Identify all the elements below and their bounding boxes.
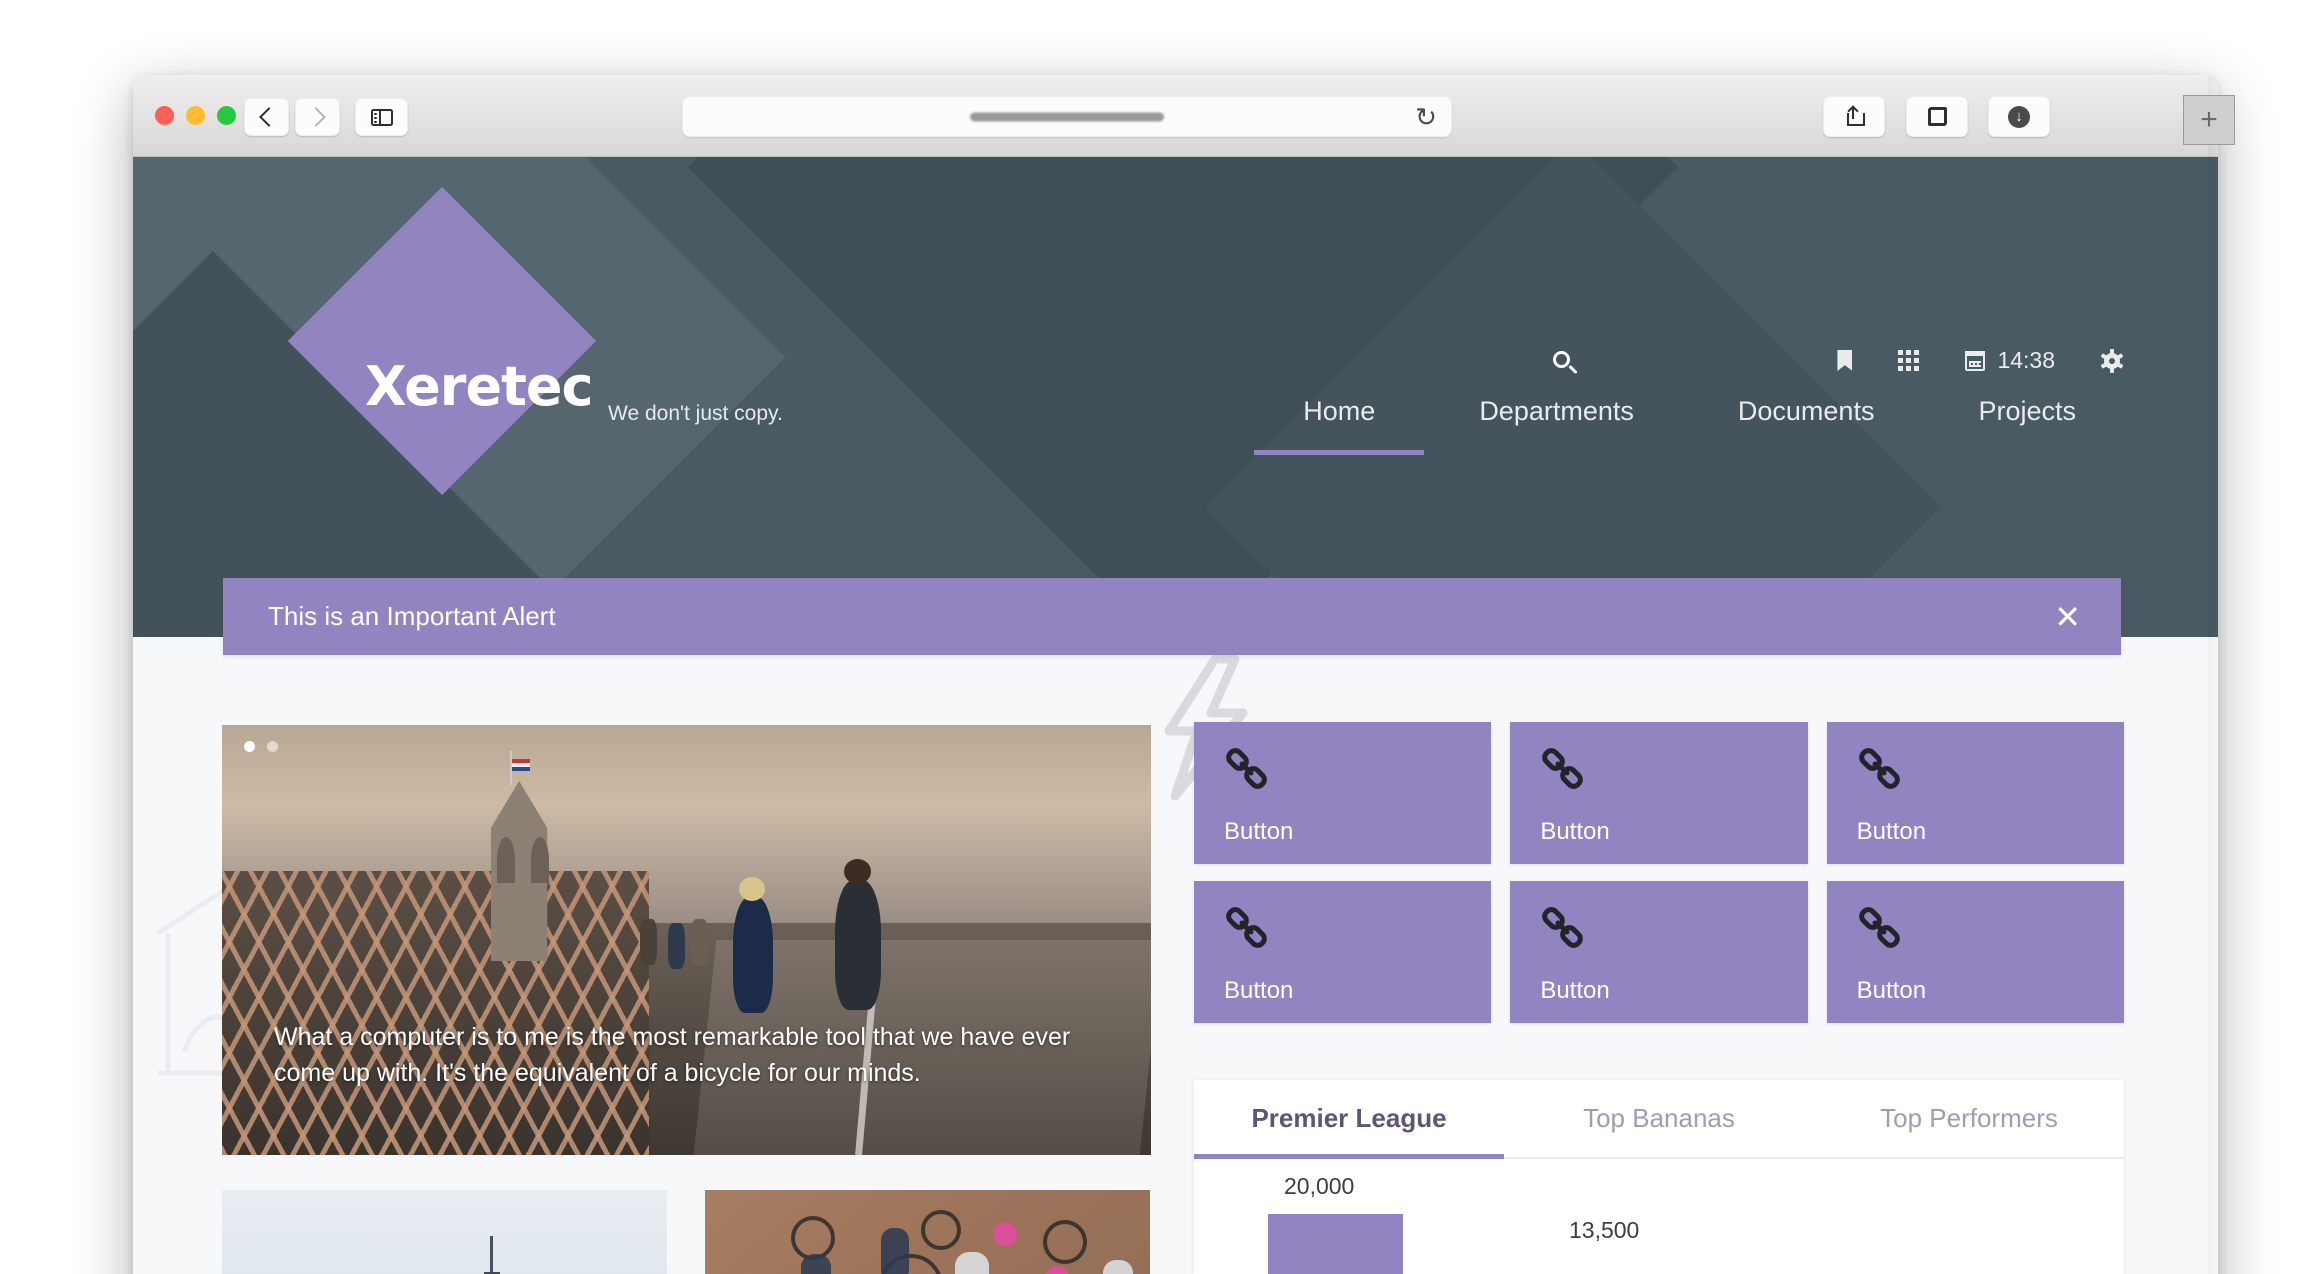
header-utility-bar: 14:38: [1837, 347, 2124, 374]
cyclists-illustration: [791, 1210, 1133, 1274]
tab-label: Premier League: [1251, 1103, 1447, 1133]
downloads-icon: ↓: [2008, 105, 2030, 128]
chevron-right-icon: [305, 107, 326, 127]
thumbnail-city-skyline[interactable]: [222, 1190, 667, 1274]
site-logo[interactable]: Xeretec: [365, 355, 594, 418]
minimize-window-button[interactable]: [186, 106, 205, 125]
hero-carousel[interactable]: What a computer is to me is the most rem…: [222, 725, 1151, 1155]
settings-button[interactable]: [2100, 348, 2124, 373]
link-icon: [1858, 748, 1900, 789]
link-icon: [1858, 907, 1900, 948]
search-icon-handle: [1568, 364, 1578, 375]
back-button[interactable]: [244, 98, 289, 136]
carousel-dot[interactable]: [267, 741, 278, 752]
search-icon: [1553, 351, 1570, 368]
nav-item-projects[interactable]: Projects: [1926, 396, 2128, 455]
chevron-left-icon: [258, 107, 279, 127]
clock-label: 14:38: [1997, 347, 2055, 373]
site-navigation: Home Departments Documents Projects: [1251, 396, 2128, 455]
maximize-window-button[interactable]: [217, 106, 236, 125]
tab-premier-league[interactable]: Premier League: [1194, 1080, 1504, 1159]
tile-label: Button: [1856, 818, 1927, 845]
calendar-clock[interactable]: 14:38: [1965, 347, 2055, 374]
bookmarks-button[interactable]: [1837, 350, 1853, 371]
bar-chart: 20,000 13,500: [1194, 1159, 2124, 1274]
stats-tabs-card: Premier League Top Bananas Top Performer…: [1194, 1080, 2124, 1274]
downloads-button[interactable]: ↓: [1988, 96, 2050, 137]
bar-value-label: 13,500: [1569, 1217, 1640, 1243]
link-icon: [1542, 748, 1584, 789]
sidebar-toggle-button[interactable]: [355, 98, 408, 136]
link-icon: [1226, 907, 1267, 948]
reload-icon: ↻: [1415, 101, 1437, 132]
nav-item-departments[interactable]: Departments: [1427, 396, 1686, 455]
tab-top-bananas[interactable]: Top Bananas: [1504, 1080, 1814, 1157]
nav-item-label: Projects: [1978, 396, 2076, 426]
close-icon[interactable]: ✕: [2054, 601, 2081, 633]
tile-label: Button: [1224, 977, 1294, 1004]
thumbnail-cyclists[interactable]: [705, 1190, 1150, 1274]
address-bar[interactable]: ↻: [682, 96, 1452, 137]
tab-strip: Premier League Top Bananas Top Performer…: [1194, 1080, 2124, 1159]
tile-button-5[interactable]: Button: [1510, 881, 1808, 1023]
thumbnail-row: [222, 1190, 1150, 1274]
tile-button-4[interactable]: Button: [1194, 881, 1492, 1023]
site-header: Xeretec We don't just copy. 14:38 Home D…: [133, 157, 2218, 637]
alert-message: This is an Important Alert: [268, 601, 556, 631]
calendar-icon: [1965, 350, 1986, 371]
link-icon: [1226, 748, 1267, 789]
desktop-backdrop: ↻ ↓ Xeretec We don't just copy. 14:38 Ho…: [0, 0, 2314, 1274]
plus-icon: +: [2200, 103, 2218, 136]
forward-button[interactable]: [295, 98, 340, 136]
address-bar-redacted-text: [970, 112, 1164, 121]
carousel-indicators[interactable]: [244, 741, 278, 752]
tile-button-3[interactable]: Button: [1826, 722, 2124, 864]
bar-value-label: 20,000: [1284, 1173, 1355, 1199]
site-tagline: We don't just copy.: [608, 402, 783, 425]
link-icon: [1542, 907, 1584, 948]
apps-grid-button[interactable]: [1898, 350, 1920, 371]
alert-banner: This is an Important Alert ✕: [223, 578, 2121, 655]
tab-overview-button[interactable]: [1906, 96, 1968, 137]
tile-button-6[interactable]: Button: [1826, 881, 2124, 1023]
nav-item-label: Departments: [1479, 396, 1634, 426]
tab-label: Top Bananas: [1583, 1103, 1735, 1133]
close-window-button[interactable]: [155, 106, 174, 125]
tab-label: Top Performers: [1880, 1103, 2058, 1133]
carousel-dot[interactable]: [244, 741, 255, 752]
apps-grid-icon: [1898, 350, 1920, 371]
nav-item-label: Home: [1303, 396, 1376, 426]
tile-label: Button: [1856, 977, 1927, 1004]
chart-bar: [1268, 1214, 1403, 1274]
tile-button-1[interactable]: Button: [1194, 722, 1492, 864]
window-controls: [155, 106, 236, 125]
hero-caption: What a computer is to me is the most rem…: [274, 1023, 1071, 1087]
tile-label: Button: [1540, 818, 1610, 845]
button-tile-grid: Button Button Button Button Button Butto…: [1194, 722, 2124, 1023]
browser-toolbar: ↻ ↓: [133, 75, 2218, 157]
nav-item-label: Documents: [1737, 396, 1875, 426]
tile-label: Button: [1224, 818, 1294, 845]
reload-button[interactable]: ↻: [1411, 102, 1441, 132]
share-icon: [1846, 105, 1865, 126]
search-button[interactable]: [1551, 349, 1585, 383]
tab-top-performers[interactable]: Top Performers: [1814, 1080, 2124, 1157]
nav-item-documents[interactable]: Documents: [1686, 396, 1927, 455]
tile-button-2[interactable]: Button: [1510, 722, 1808, 864]
share-button[interactable]: [1823, 96, 1885, 137]
tile-label: Button: [1540, 977, 1610, 1004]
new-tab-button[interactable]: +: [2183, 95, 2235, 145]
tab-overview-icon: [1927, 107, 1947, 126]
gear-icon: [2100, 348, 2124, 373]
sidebar-icon: [370, 108, 393, 126]
bookmark-icon: [1837, 350, 1853, 371]
nav-item-home[interactable]: Home: [1251, 396, 1427, 455]
